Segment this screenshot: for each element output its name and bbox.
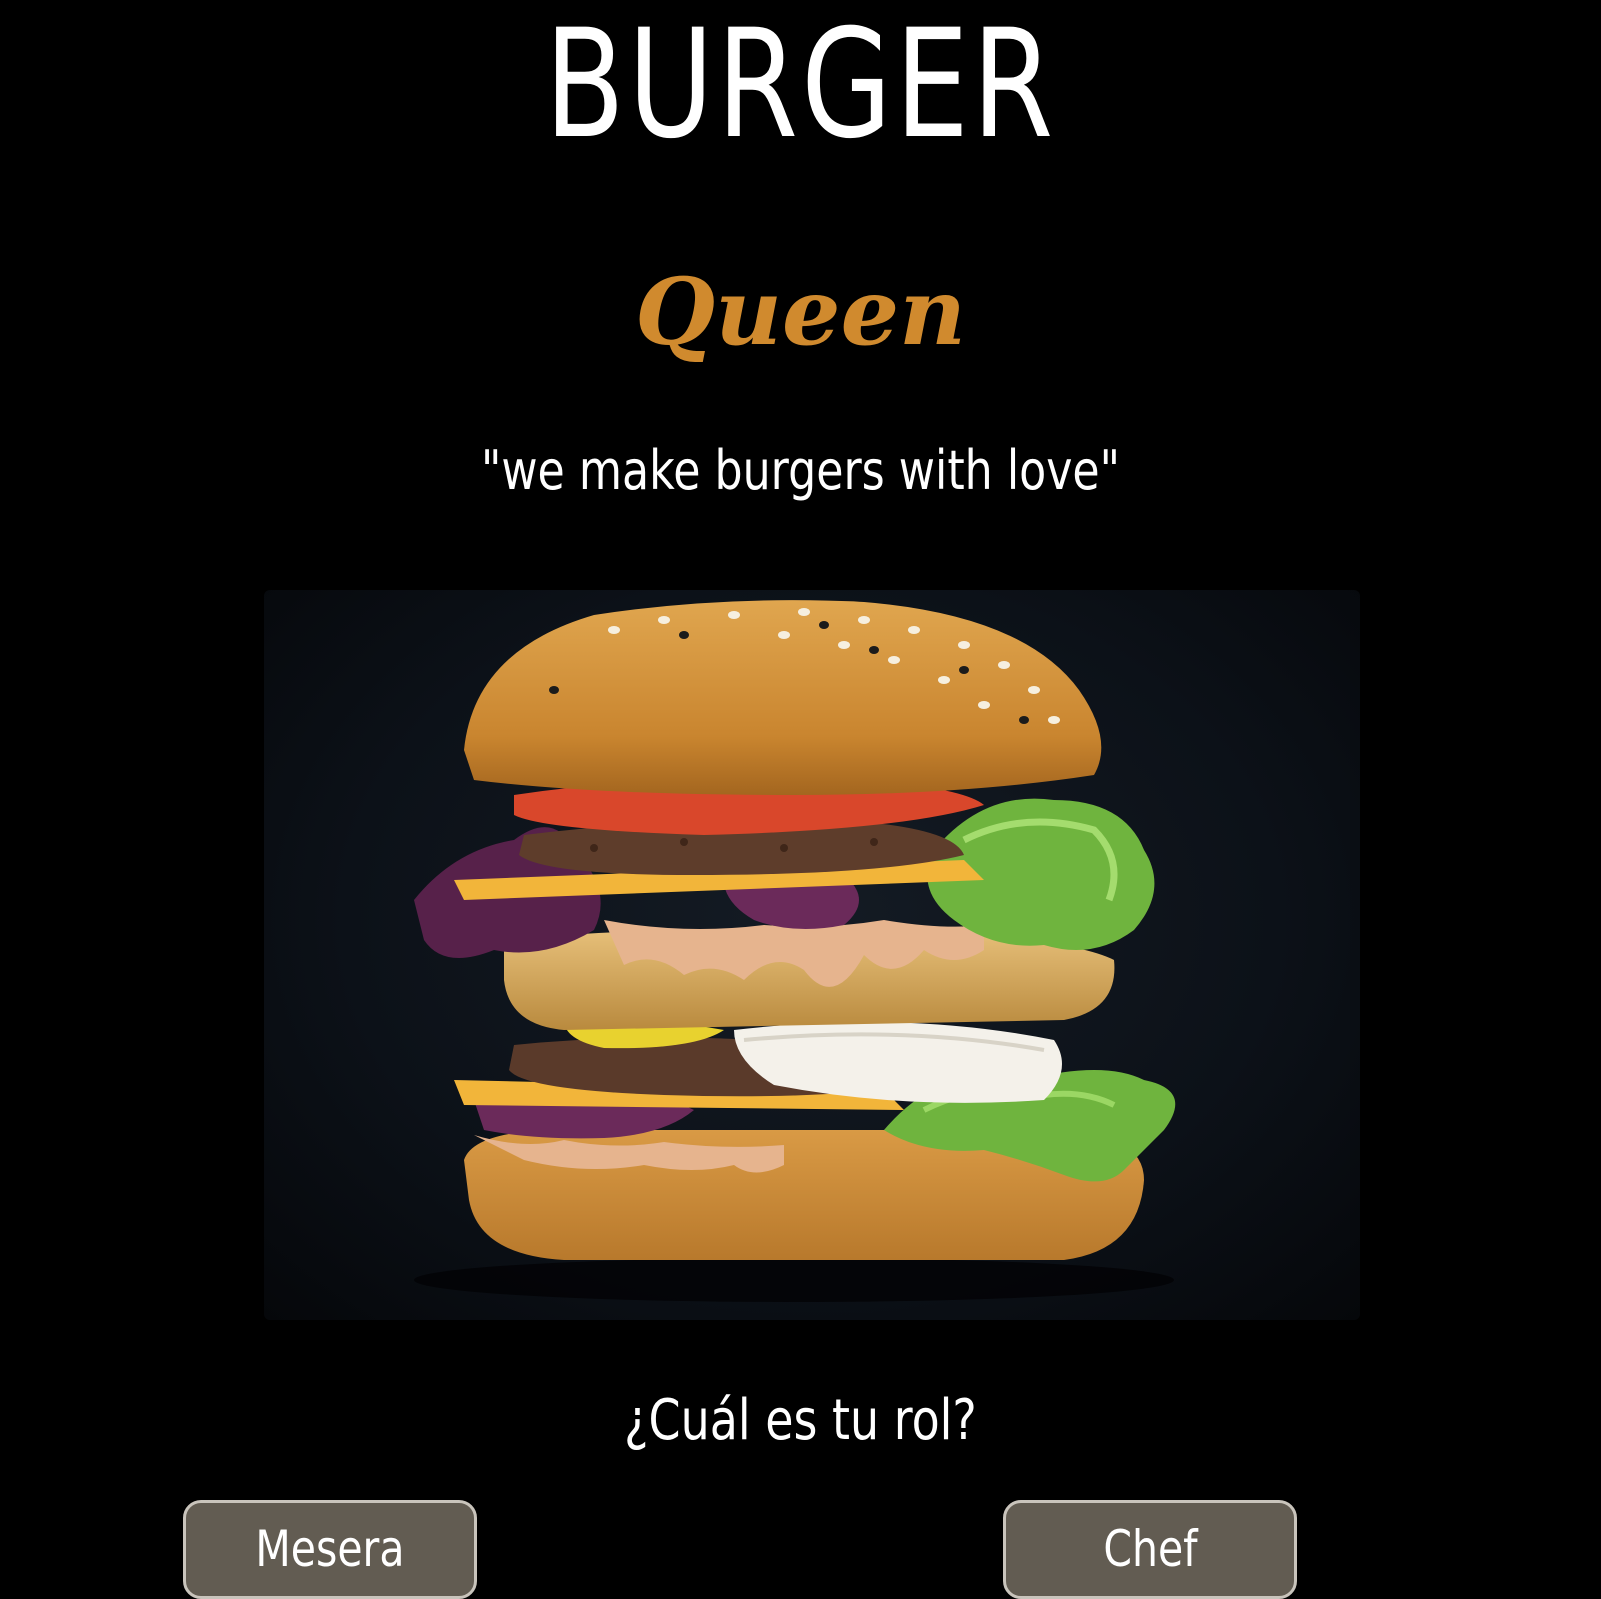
chef-button[interactable]: Chef: [1003, 1500, 1297, 1599]
brand-title: BURGER: [544, 0, 1057, 172]
mesera-button[interactable]: Mesera: [183, 1500, 477, 1599]
role-question: ¿Cuál es tu rol?: [624, 1388, 977, 1453]
chef-button-label: Chef: [1102, 1520, 1198, 1578]
mesera-button-label: Mesera: [255, 1520, 405, 1578]
tagline: "we make burgers with love": [480, 439, 1121, 502]
brand-subtitle: Queen: [635, 258, 966, 366]
burger-photo: [264, 590, 1360, 1320]
burger-illustration: [414, 600, 1176, 1302]
